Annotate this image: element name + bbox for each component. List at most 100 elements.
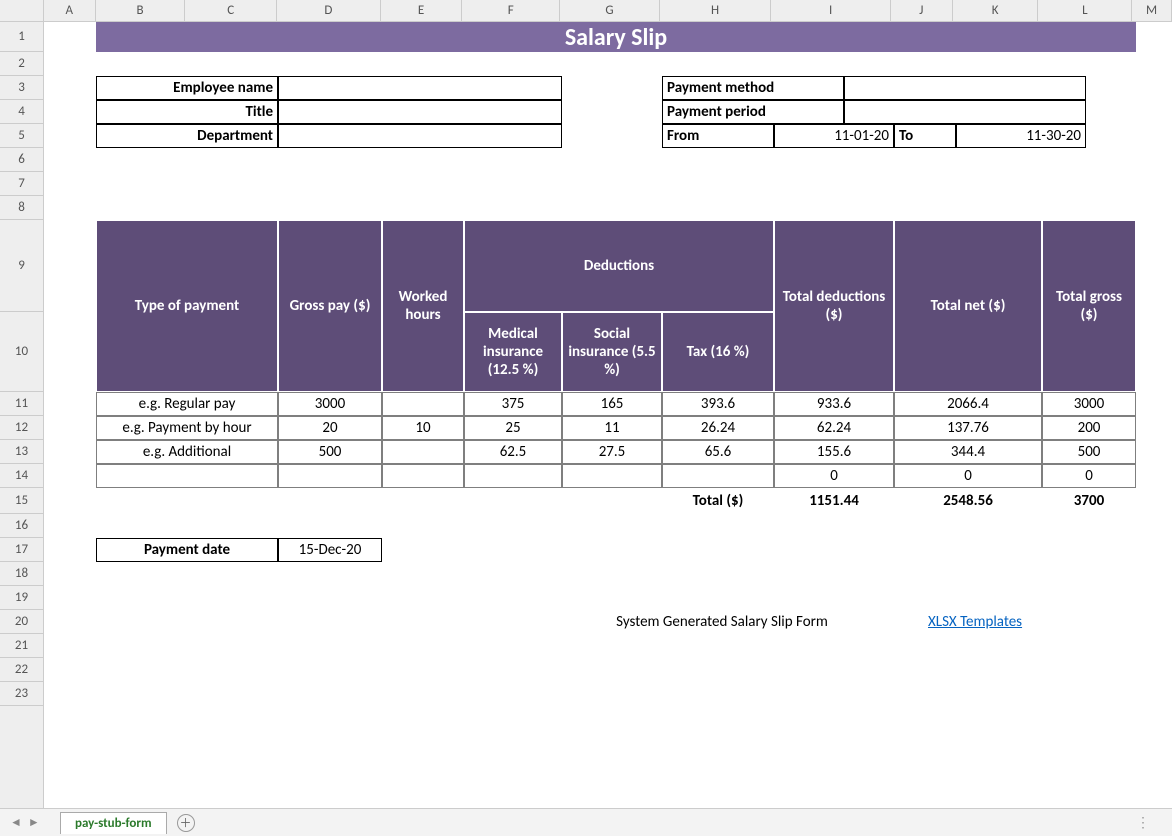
row-header[interactable]: 4 xyxy=(0,100,43,124)
table-cell[interactable]: 0 xyxy=(1042,464,1136,488)
row-header[interactable]: 9 xyxy=(0,220,43,312)
table-cell[interactable] xyxy=(382,392,464,416)
row-header[interactable]: 23 xyxy=(0,682,43,706)
col-header[interactable]: B xyxy=(96,0,186,21)
select-all-corner[interactable] xyxy=(0,0,44,21)
table-cell[interactable]: 0 xyxy=(894,464,1042,488)
row-header[interactable]: 21 xyxy=(0,634,43,658)
table-cell[interactable]: 933.6 xyxy=(774,392,894,416)
row-header[interactable]: 8 xyxy=(0,196,43,220)
col-header[interactable]: K xyxy=(953,0,1039,21)
col-header[interactable]: H xyxy=(660,0,772,21)
hdr-hours: Worked hours xyxy=(382,220,464,392)
table-cell[interactable]: 200 xyxy=(1042,416,1136,440)
title-value[interactable] xyxy=(278,100,562,124)
table-cell[interactable]: 500 xyxy=(278,440,382,464)
table-cell[interactable]: 62.24 xyxy=(774,416,894,440)
row-header[interactable]: 15 xyxy=(0,488,43,514)
col-header[interactable]: C xyxy=(185,0,277,21)
table-cell[interactable] xyxy=(562,464,662,488)
payment-date-value[interactable]: 15-Dec-20 xyxy=(278,538,382,562)
table-cell[interactable]: 500 xyxy=(1042,440,1136,464)
row-header[interactable]: 3 xyxy=(0,76,43,100)
col-header[interactable]: A xyxy=(44,0,96,21)
to-value[interactable]: 11-30-20 xyxy=(956,124,1086,148)
hdr-medical: Medical insurance (12.5 %) xyxy=(464,312,562,392)
col-header[interactable]: D xyxy=(277,0,381,21)
spreadsheet-app: A B C D E F G H I J K L M 1 2 3 4 5 6 7 … xyxy=(0,0,1172,836)
sheet-tab[interactable]: pay-stub-form xyxy=(60,812,167,834)
row-header[interactable]: 17 xyxy=(0,538,43,562)
row-header[interactable]: 22 xyxy=(0,658,43,682)
payment-date-label: Payment date xyxy=(96,538,278,562)
table-cell[interactable]: 3000 xyxy=(278,392,382,416)
row-header[interactable]: 7 xyxy=(0,172,43,196)
table-cell[interactable] xyxy=(464,464,562,488)
col-header[interactable]: I xyxy=(771,0,891,21)
table-cell[interactable]: 62.5 xyxy=(464,440,562,464)
col-header[interactable]: E xyxy=(381,0,463,21)
table-cell[interactable]: 11 xyxy=(562,416,662,440)
footer-link[interactable]: XLSX Templates xyxy=(924,610,1084,634)
row-header[interactable]: 14 xyxy=(0,464,43,488)
table-cell[interactable]: 26.24 xyxy=(662,416,774,440)
table-cell[interactable] xyxy=(662,464,774,488)
chevron-right-icon[interactable]: ► xyxy=(28,815,40,830)
table-cell[interactable]: 155.6 xyxy=(774,440,894,464)
col-header[interactable]: L xyxy=(1038,0,1132,21)
table-cell[interactable]: e.g. Additional xyxy=(96,440,278,464)
table-cell[interactable] xyxy=(382,464,464,488)
tab-nav-arrows[interactable]: ◄ ► xyxy=(10,815,40,830)
row-header[interactable]: 20 xyxy=(0,610,43,634)
row-header[interactable]: 2 xyxy=(0,52,43,76)
table-cell[interactable] xyxy=(96,464,278,488)
col-header[interactable]: J xyxy=(891,0,953,21)
row-header[interactable]: 6 xyxy=(0,148,43,172)
chevron-left-icon[interactable]: ◄ xyxy=(10,815,22,830)
hdr-type: Type of payment xyxy=(96,220,278,392)
dept-value[interactable] xyxy=(278,124,562,148)
table-cell[interactable]: 10 xyxy=(382,416,464,440)
from-value[interactable]: 11-01-20 xyxy=(774,124,894,148)
col-header[interactable]: M xyxy=(1132,0,1172,21)
row-header[interactable]: 13 xyxy=(0,440,43,464)
table-cell[interactable]: 20 xyxy=(278,416,382,440)
pay-method-value[interactable] xyxy=(844,76,1086,100)
table-cell[interactable]: 137.76 xyxy=(894,416,1042,440)
table-cell[interactable] xyxy=(382,440,464,464)
table-cell[interactable]: 27.5 xyxy=(562,440,662,464)
row-header[interactable]: 18 xyxy=(0,562,43,586)
col-header[interactable]: F xyxy=(462,0,560,21)
total-net: 2548.56 xyxy=(894,488,1042,514)
row-header[interactable]: 11 xyxy=(0,392,43,416)
page-title: Salary Slip xyxy=(96,22,1136,52)
pay-period-value[interactable] xyxy=(844,100,1086,124)
hdr-net: Total net ($) xyxy=(894,220,1042,392)
table-cell[interactable]: 25 xyxy=(464,416,562,440)
table-cell[interactable]: 344.4 xyxy=(894,440,1042,464)
add-sheet-button[interactable]: ＋ xyxy=(177,814,195,832)
table-cell[interactable]: 375 xyxy=(464,392,562,416)
row-header[interactable]: 5 xyxy=(0,124,43,148)
row-header[interactable]: 12 xyxy=(0,416,43,440)
row-header[interactable]: 1 xyxy=(0,22,43,52)
row-header[interactable]: 10 xyxy=(0,312,43,392)
col-header[interactable]: G xyxy=(560,0,660,21)
table-cell[interactable]: e.g. Payment by hour xyxy=(96,416,278,440)
table-cell[interactable]: 165 xyxy=(562,392,662,416)
table-cell[interactable]: 2066.4 xyxy=(894,392,1042,416)
table-cell[interactable]: 0 xyxy=(774,464,894,488)
total-gross: 3700 xyxy=(1042,488,1136,514)
table-cell[interactable]: 3000 xyxy=(1042,392,1136,416)
table-cell[interactable] xyxy=(278,464,382,488)
hdr-tax: Tax (16 %) xyxy=(662,312,774,392)
table-cell[interactable]: e.g. Regular pay xyxy=(96,392,278,416)
title-label: Title xyxy=(96,100,278,124)
table-cell[interactable]: 393.6 xyxy=(662,392,774,416)
row-header[interactable]: 16 xyxy=(0,514,43,538)
table-cell[interactable]: 65.6 xyxy=(662,440,774,464)
row-header[interactable]: 19 xyxy=(0,586,43,610)
tab-options-icon[interactable]: ⋮ xyxy=(1136,814,1152,831)
emp-name-value[interactable] xyxy=(278,76,562,100)
sheet-grid[interactable]: Salary Slip Employee name Title Departme… xyxy=(44,22,1172,808)
